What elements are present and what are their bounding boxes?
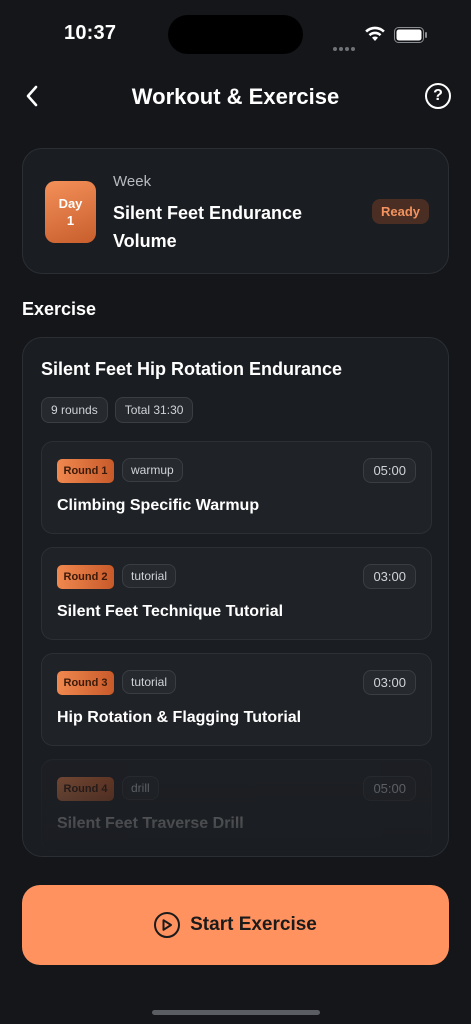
start-exercise-button[interactable]: Start Exercise — [22, 885, 449, 965]
rounds-count-chip: 9 rounds — [41, 397, 108, 423]
wifi-icon — [365, 26, 385, 41]
exercise-meta: 9 rounds Total 31:30 — [41, 397, 194, 423]
page-title: Workout & Exercise — [131, 84, 340, 109]
round-type-chip: drill — [122, 776, 159, 800]
round-name: Silent Feet Traverse Drill — [57, 815, 244, 832]
cellular-signal-icon — [333, 38, 357, 51]
help-circle-icon: ? — [433, 87, 443, 104]
round-name: Silent Feet Technique Tutorial — [57, 603, 284, 620]
help-button[interactable]: ? — [425, 83, 451, 109]
round-item[interactable]: Round 2 tutorial 03:00 Silent Feet Techn… — [41, 547, 432, 640]
round-list: Round 1 warmup 05:00 Climbing Specific W… — [41, 441, 432, 856]
day-badge: Day 1 — [45, 181, 96, 243]
battery-icon — [394, 27, 427, 43]
round-item[interactable]: Round 3 tutorial 03:00 Hip Rotation & Fl… — [41, 653, 432, 746]
round-badge: Round 1 — [57, 459, 114, 483]
start-exercise-label: Start Exercise — [190, 914, 317, 935]
navigation-bar: Workout & Exercise ? — [0, 72, 471, 122]
workout-name: Silent Feet Endurance Volume — [113, 203, 303, 251]
week-label: Week — [113, 173, 152, 190]
section-title: Exercise — [22, 299, 97, 319]
status-bar: 10:37 — [0, 0, 471, 70]
round-duration-chip: 05:00 — [363, 458, 416, 483]
round-badge: Round 2 — [57, 565, 114, 589]
round-item[interactable]: Round 4 drill 05:00 Silent Feet Traverse… — [41, 759, 432, 852]
exercise-card: Silent Feet Hip Rotation Endurance 9 rou… — [22, 337, 449, 857]
round-type-chip: tutorial — [122, 564, 177, 588]
total-time-chip: Total 31:30 — [114, 397, 194, 423]
status-badge: Ready — [372, 199, 430, 224]
play-circle-icon — [154, 912, 181, 938]
round-duration-chip: 03:00 — [363, 670, 416, 695]
exercise-title: Silent Feet Hip Rotation Endurance — [41, 359, 343, 379]
round-type-chip: warmup — [122, 458, 183, 482]
round-duration-chip: 05:00 — [363, 776, 416, 801]
day-badge-label: Day — [58, 196, 83, 211]
day-card: Day 1 Week Silent Feet Endurance Volume … — [22, 148, 449, 274]
round-type-chip: tutorial — [122, 670, 177, 694]
round-duration-chip: 03:00 — [363, 564, 416, 589]
day-badge-number: 1 — [66, 213, 75, 228]
round-item[interactable]: Round 1 warmup 05:00 Climbing Specific W… — [41, 441, 432, 534]
round-badge: Round 3 — [57, 671, 114, 695]
round-name: Climbing Specific Warmup — [57, 497, 260, 514]
home-indicator[interactable] — [152, 1010, 320, 1015]
dynamic-island — [168, 15, 303, 54]
round-badge: Round 4 — [57, 777, 114, 801]
status-time: 10:37 — [64, 22, 117, 44]
round-name: Hip Rotation & Flagging Tutorial — [57, 709, 302, 726]
